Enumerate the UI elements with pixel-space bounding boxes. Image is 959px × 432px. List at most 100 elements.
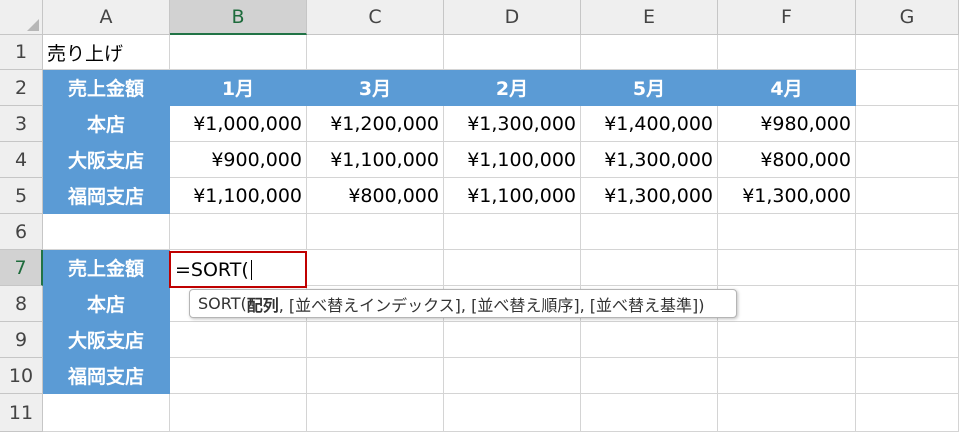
cell-e2[interactable]: 5月 bbox=[581, 70, 718, 106]
cell-d4[interactable]: ¥1,100,000 bbox=[444, 142, 581, 178]
row-header-10[interactable]: 10 bbox=[0, 358, 43, 394]
cell-d2[interactable]: 2月 bbox=[444, 70, 581, 106]
cell-a3[interactable]: 本店 bbox=[43, 106, 170, 142]
cell-d3[interactable]: ¥1,300,000 bbox=[444, 106, 581, 142]
cell-a10[interactable]: 福岡支店 bbox=[43, 358, 170, 394]
cell-c5[interactable]: ¥800,000 bbox=[307, 178, 444, 214]
cell-g5[interactable] bbox=[856, 178, 959, 214]
cell-c4[interactable]: ¥1,100,000 bbox=[307, 142, 444, 178]
cell-b4[interactable]: ¥900,000 bbox=[170, 142, 307, 178]
cell-e1[interactable] bbox=[581, 35, 718, 70]
cell-g8[interactable] bbox=[856, 286, 959, 322]
tooltip-function-name[interactable]: SORT( bbox=[198, 294, 247, 313]
tooltip-remaining-arguments: , [並べ替えインデックス], [並べ替え順序], [並べ替え基準]) bbox=[278, 295, 705, 315]
row-header-9[interactable]: 9 bbox=[0, 322, 43, 358]
select-all-triangle-icon bbox=[27, 19, 39, 31]
cell-g4[interactable] bbox=[856, 142, 959, 178]
column-header-e[interactable]: E bbox=[581, 0, 718, 35]
cell-b9[interactable] bbox=[170, 322, 307, 358]
cell-e11[interactable] bbox=[581, 394, 718, 432]
cell-c2[interactable]: 3月 bbox=[307, 70, 444, 106]
cell-c10[interactable] bbox=[307, 358, 444, 394]
cell-g7[interactable] bbox=[856, 250, 959, 286]
row-header-3[interactable]: 3 bbox=[0, 106, 43, 142]
cell-c7[interactable] bbox=[307, 250, 444, 286]
cell-a8[interactable]: 本店 bbox=[43, 286, 170, 322]
cell-f3[interactable]: ¥980,000 bbox=[718, 106, 856, 142]
cell-a2[interactable]: 売上金額 bbox=[43, 70, 170, 106]
cell-g3[interactable] bbox=[856, 106, 959, 142]
spreadsheet-grid[interactable]: A B C D E F G 1 2 3 4 5 6 7 8 9 10 11 売り… bbox=[0, 0, 959, 432]
column-header-a[interactable]: A bbox=[43, 0, 170, 35]
cell-d1[interactable] bbox=[444, 35, 581, 70]
cell-d11[interactable] bbox=[444, 394, 581, 432]
cell-d5[interactable]: ¥1,100,000 bbox=[444, 178, 581, 214]
cell-g10[interactable] bbox=[856, 358, 959, 394]
row-header-11[interactable]: 11 bbox=[0, 394, 43, 432]
cell-b10[interactable] bbox=[170, 358, 307, 394]
cell-b2[interactable]: 1月 bbox=[170, 70, 307, 106]
cell-g11[interactable] bbox=[856, 394, 959, 432]
row-header-2[interactable]: 2 bbox=[0, 70, 43, 106]
cell-f10[interactable] bbox=[718, 358, 856, 394]
cell-f4[interactable]: ¥800,000 bbox=[718, 142, 856, 178]
cell-f2[interactable]: 4月 bbox=[718, 70, 856, 106]
cell-a6[interactable] bbox=[43, 214, 170, 250]
cell-a1[interactable]: 売り上げ bbox=[43, 35, 170, 70]
cell-f9[interactable] bbox=[718, 322, 856, 358]
cell-d10[interactable] bbox=[444, 358, 581, 394]
cell-g9[interactable] bbox=[856, 322, 959, 358]
cell-d7[interactable] bbox=[444, 250, 581, 286]
row-header-6[interactable]: 6 bbox=[0, 214, 43, 250]
cell-c1[interactable] bbox=[307, 35, 444, 70]
cell-c3[interactable]: ¥1,200,000 bbox=[307, 106, 444, 142]
cell-a5[interactable]: 福岡支店 bbox=[43, 178, 170, 214]
cell-c6[interactable] bbox=[307, 214, 444, 250]
cell-c11[interactable] bbox=[307, 394, 444, 432]
cell-b5[interactable]: ¥1,100,000 bbox=[170, 178, 307, 214]
cell-a7[interactable]: 売上金額 bbox=[43, 250, 170, 286]
cell-f6[interactable] bbox=[718, 214, 856, 250]
cell-b6[interactable] bbox=[170, 214, 307, 250]
cell-f1[interactable] bbox=[718, 35, 856, 70]
cell-d6[interactable] bbox=[444, 214, 581, 250]
row-header-8[interactable]: 8 bbox=[0, 286, 43, 322]
cell-b3[interactable]: ¥1,000,000 bbox=[170, 106, 307, 142]
column-header-g[interactable]: G bbox=[856, 0, 959, 35]
cell-a4[interactable]: 大阪支店 bbox=[43, 142, 170, 178]
tooltip-current-argument[interactable]: 配列 bbox=[247, 292, 279, 316]
cell-e3[interactable]: ¥1,400,000 bbox=[581, 106, 718, 142]
column-header-b[interactable]: B bbox=[170, 0, 307, 35]
row-header-4[interactable]: 4 bbox=[0, 142, 43, 178]
cell-a11[interactable] bbox=[43, 394, 170, 432]
cell-b1[interactable] bbox=[170, 35, 307, 70]
cell-e4[interactable]: ¥1,300,000 bbox=[581, 142, 718, 178]
column-header-c[interactable]: C bbox=[307, 0, 444, 35]
cell-a9[interactable]: 大阪支店 bbox=[43, 322, 170, 358]
cell-d9[interactable] bbox=[444, 322, 581, 358]
cell-e9[interactable] bbox=[581, 322, 718, 358]
cell-f7[interactable] bbox=[718, 250, 856, 286]
row-header-1[interactable]: 1 bbox=[0, 35, 43, 70]
cell-f8[interactable] bbox=[718, 286, 856, 322]
cell-f11[interactable] bbox=[718, 394, 856, 432]
select-all-corner[interactable] bbox=[0, 0, 43, 35]
column-header-f[interactable]: F bbox=[718, 0, 856, 35]
column-header-d[interactable]: D bbox=[444, 0, 581, 35]
row-header-5[interactable]: 5 bbox=[0, 178, 43, 214]
row-header-7[interactable]: 7 bbox=[0, 250, 43, 286]
function-argument-tooltip: SORT(配列, [並べ替えインデックス], [並べ替え順序], [並べ替え基準… bbox=[189, 289, 737, 318]
active-cell-b7-editor[interactable]: =SORT( bbox=[169, 251, 307, 288]
cell-g6[interactable] bbox=[856, 214, 959, 250]
cell-e7[interactable] bbox=[581, 250, 718, 286]
cell-b11[interactable] bbox=[170, 394, 307, 432]
cell-c9[interactable] bbox=[307, 322, 444, 358]
cell-g1[interactable] bbox=[856, 35, 959, 70]
cell-e6[interactable] bbox=[581, 214, 718, 250]
cell-e5[interactable]: ¥1,300,000 bbox=[581, 178, 718, 214]
cell-e10[interactable] bbox=[581, 358, 718, 394]
cell-g2[interactable] bbox=[856, 70, 959, 106]
formula-text: =SORT( bbox=[175, 258, 249, 281]
text-cursor bbox=[250, 259, 252, 280]
cell-f5[interactable]: ¥1,300,000 bbox=[718, 178, 856, 214]
